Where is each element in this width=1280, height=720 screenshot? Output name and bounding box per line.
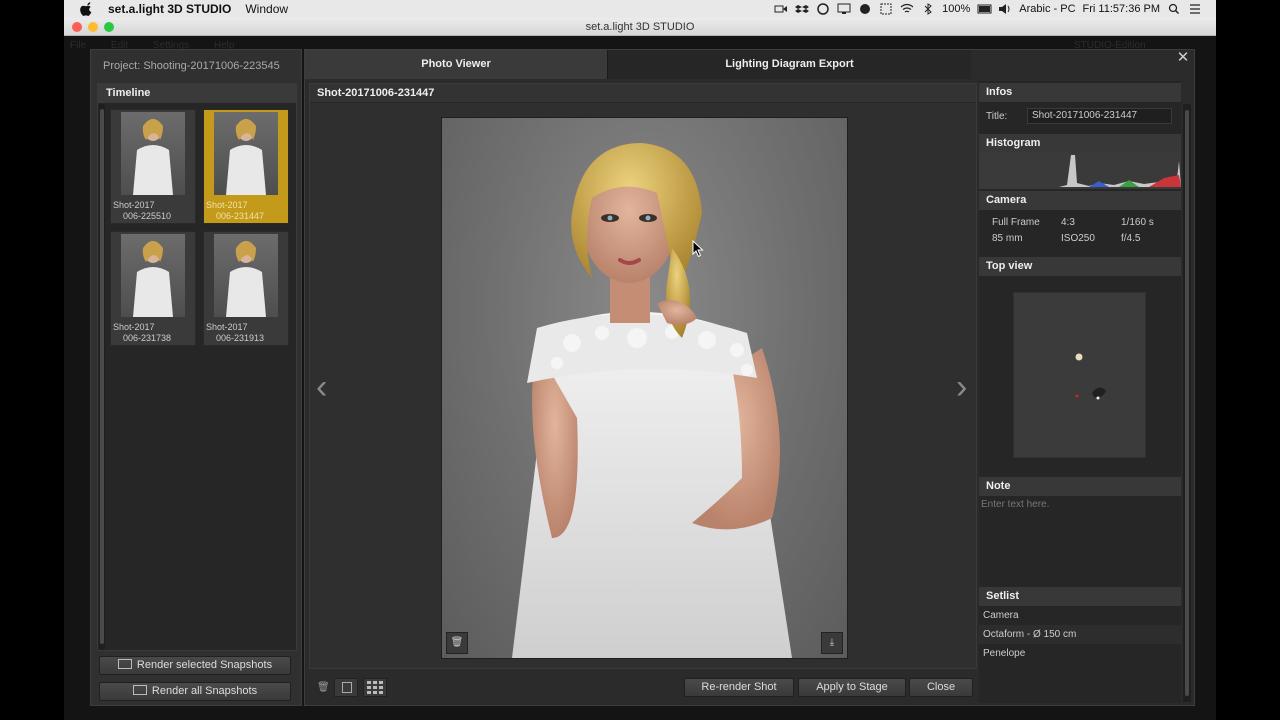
screenshot-icon[interactable] [879, 3, 893, 15]
render-selected-button[interactable]: Render selected Snapshots [99, 656, 291, 675]
thumbnail-image [214, 112, 278, 195]
project-label: Project: Shooting-20171006-223545 [103, 60, 280, 72]
battery-icon[interactable] [977, 3, 992, 15]
grid-view-icon[interactable] [363, 678, 387, 697]
thumbnail-caption-line1: Shot-2017 [113, 200, 155, 210]
clock[interactable]: Fri 11:57:36 PM [1083, 3, 1160, 15]
thumbnail-caption-line2: 006-231447 [216, 211, 265, 221]
mac-menubar: set.a.light 3D STUDIO Window 100% Arabic… [64, 0, 1216, 18]
single-view-icon[interactable] [334, 678, 358, 697]
wifi-icon[interactable] [900, 3, 914, 15]
delete-shot-icon[interactable]: 🗑 [446, 632, 468, 654]
close-button[interactable]: Close [909, 678, 973, 697]
thumbnail-caption-line2: 006-231738 [123, 333, 172, 343]
title-label: Title: [986, 111, 1008, 122]
timeline-thumbnail-selected[interactable]: Shot-2017 006-231447 [203, 109, 289, 224]
minimize-window-button[interactable] [88, 22, 98, 32]
trash-icon[interactable]: 🗑 [317, 682, 330, 693]
volume-icon[interactable] [998, 3, 1012, 15]
sync-icon[interactable] [858, 3, 872, 15]
viewer-toolbar: 🗑 Re-render Shot Apply to Stage Close [309, 673, 977, 703]
thumbnail-image [214, 234, 278, 317]
tab-lighting-diagram-export[interactable]: Lighting Diagram Export [607, 50, 971, 79]
thumbnail-caption-line2: 006-231913 [216, 333, 265, 343]
infos-header: Infos [979, 83, 1181, 102]
photo-viewer: Shot-20171006-231447 ‹ › 🗑 ⤓ [309, 83, 977, 669]
note-header: Note [979, 477, 1181, 496]
camera-ratio: 4:3 [1061, 217, 1075, 228]
camera-icon [117, 659, 132, 669]
mouse-cursor-icon [692, 240, 704, 258]
ghost-menu-file: File [70, 40, 87, 51]
tab-photo-viewer[interactable]: Photo Viewer [305, 50, 607, 79]
topview-header: Top view [979, 257, 1181, 276]
display-icon[interactable] [837, 3, 851, 15]
timeline-panel: Project: Shooting-20171006-223545 Timeli… [90, 49, 302, 706]
camera-focal: 85 mm [992, 233, 1023, 244]
top-view-diagram [1013, 292, 1146, 458]
thumbnail-image [121, 234, 185, 317]
model-marker [1075, 353, 1083, 361]
setlist-item[interactable]: Camera [979, 606, 1181, 625]
thumbnail-image [121, 112, 185, 195]
title-field[interactable]: Shot-20171006-231447 [1027, 108, 1172, 124]
note-placeholder: Enter text here. [981, 499, 1050, 510]
sidebar-scrollbar[interactable] [1183, 104, 1191, 702]
camera-iso: ISO250 [1061, 233, 1095, 244]
timeline-thumbnail[interactable]: Shot-2017 006-231738 [110, 231, 196, 346]
timeline-header: Timeline [98, 84, 296, 103]
camera-marker [1075, 394, 1079, 398]
note-textarea[interactable]: Enter text here. [979, 496, 1181, 590]
light-marker [1092, 387, 1106, 398]
apple-icon[interactable] [80, 2, 94, 16]
zoom-window-button[interactable] [104, 22, 114, 32]
render-all-button[interactable]: Render all Snapshots [99, 682, 291, 701]
histogram-header: Histogram [979, 134, 1181, 153]
timeline-thumbnail[interactable]: Shot-2017 006-225510 [110, 109, 196, 224]
video-icon[interactable] [774, 3, 788, 15]
main-panel: Photo Viewer Lighting Diagram Export ✕ S… [304, 49, 1195, 706]
model-illustration [512, 143, 792, 658]
setlist-item[interactable]: Penelope [979, 644, 1181, 663]
render-all-label: Render all Snapshots [151, 685, 258, 697]
shot-title: Shot-20171006-231447 [310, 84, 976, 103]
save-image-icon[interactable]: ⤓ [821, 632, 843, 654]
window-menu[interactable]: Window [245, 2, 288, 16]
info-sidebar: Infos Title: Shot-20171006-231447 Histog… [979, 81, 1181, 703]
thumbnail-caption-line1: Shot-2017 [206, 322, 248, 332]
spotlight-search-icon[interactable] [1167, 3, 1181, 15]
setlist-item[interactable]: Octaform - Ø 150 cm [979, 625, 1181, 644]
window-titlebar: set.a.light 3D STUDIO [64, 18, 1216, 36]
timeline-box: Timeline Shot-2017 006-225510 Shot-2017 00… [97, 83, 297, 651]
timeline-scrollbar[interactable] [99, 104, 105, 650]
tab-bar: Photo Viewer Lighting Diagram Export [305, 50, 971, 79]
camera-header: Camera [979, 191, 1181, 210]
dropbox-icon[interactable] [795, 3, 810, 15]
setlist-header: Setlist [979, 587, 1181, 606]
camera-shutter: 1/160 s [1121, 217, 1154, 228]
window-title: set.a.light 3D STUDIO [585, 21, 695, 33]
previous-arrow-icon[interactable]: ‹ [316, 370, 327, 404]
camera-sensor: Full Frame [992, 217, 1040, 228]
battery-percent[interactable]: 100% [942, 3, 970, 15]
close-window-button[interactable] [72, 22, 82, 32]
apply-to-stage-button[interactable]: Apply to Stage [798, 678, 906, 697]
camera-icon [132, 685, 147, 695]
thumbnail-caption-line1: Shot-2017 [113, 322, 155, 332]
rendered-photo: 🗑 ⤓ [441, 117, 848, 659]
bluetooth-icon[interactable] [921, 3, 935, 15]
camera-aperture: f/4.5 [1121, 233, 1141, 244]
notification-center-icon[interactable] [1188, 3, 1202, 15]
input-source[interactable]: Arabic - PC [1019, 3, 1075, 15]
creative-cloud-icon[interactable] [816, 3, 830, 15]
app-menu[interactable]: set.a.light 3D STUDIO [108, 2, 231, 16]
close-dialog-icon[interactable]: ✕ [1174, 50, 1192, 68]
thumbnail-caption-line2: 006-225510 [123, 211, 172, 221]
thumbnail-caption-line1: Shot-2017 [206, 200, 248, 210]
timeline-thumbnail[interactable]: Shot-2017 006-231913 [203, 231, 289, 346]
histogram [979, 153, 1181, 189]
render-selected-label: Render selected Snapshots [136, 659, 273, 671]
rerender-shot-button[interactable]: Re-render Shot [684, 678, 794, 697]
next-arrow-icon[interactable]: › [956, 370, 967, 404]
